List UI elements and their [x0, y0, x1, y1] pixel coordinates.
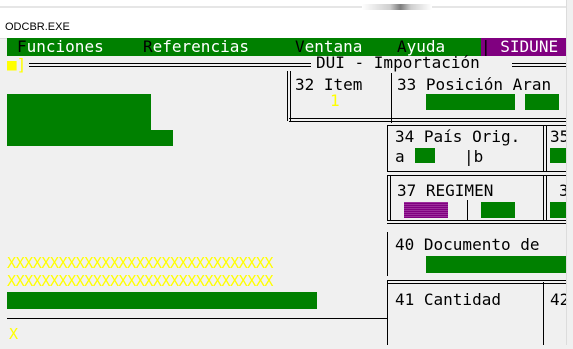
console-area[interactable]: Funciones Referencias Ventana Ayuda | SI…	[7, 38, 573, 345]
cursor-x[interactable]: X	[9, 325, 18, 343]
x-row-1[interactable]: XXXXXXXXXXXXXXXXXXXXXXXXXXXXXXX	[7, 255, 273, 271]
posicion-field-2[interactable]	[525, 94, 559, 110]
menu-hotkey: R	[143, 38, 153, 56]
item-label: 32 Item	[295, 75, 363, 94]
pais-a-field[interactable]	[415, 148, 435, 163]
pais-label: 34 País Orig.	[395, 127, 521, 146]
field-block-3[interactable]	[7, 292, 317, 309]
documento-label: 40 Documento de	[395, 235, 540, 254]
form-header-line-right	[512, 63, 573, 67]
title-bar[interactable]: ODCBR.EXE	[0, 0, 573, 39]
menu-funciones[interactable]: Funciones	[17, 38, 104, 56]
window-right-border	[566, 0, 573, 349]
regimen-field-2[interactable]	[481, 202, 515, 218]
menu-label: unciones	[26, 38, 104, 56]
app-label: | SIDUNE	[481, 38, 573, 56]
regimen-box-bottom	[387, 220, 573, 224]
application-window: ODCBR.EXE Funciones Referencias Ventana …	[0, 0, 573, 349]
menu-bar: Funciones Referencias Ventana Ayuda | SI…	[7, 38, 573, 56]
pais-box-bottom	[387, 171, 573, 172]
regimen-box-left	[387, 175, 391, 221]
regimen-label: 37 REGIMEN	[397, 181, 494, 200]
regimen-box-right	[543, 175, 547, 221]
pais-box-right	[543, 125, 547, 171]
app-label-divider: |	[481, 38, 491, 56]
regimen-field-selected[interactable]	[404, 202, 448, 218]
corner-marker: ■]	[7, 55, 27, 74]
item-divider	[391, 73, 392, 123]
window-title: ODCBR.EXE	[5, 21, 70, 33]
regimen-field-divider	[467, 200, 468, 220]
form-header-line-left	[29, 63, 311, 67]
item-box-left-border	[287, 71, 291, 121]
documento-box-left	[387, 232, 388, 276]
window-bottom-border	[0, 345, 573, 349]
menu-label: eferencias	[152, 38, 249, 56]
pais-a-label: a	[395, 147, 405, 166]
item-box-bottom	[289, 118, 573, 122]
pais-box-left	[387, 125, 388, 171]
cantidad-label: 41 Cantidad	[395, 290, 501, 309]
pais-b-label: |b	[464, 147, 484, 166]
title-bar-decoration	[362, 4, 432, 10]
cantidad-box-top	[387, 280, 573, 284]
cantidad-box-left	[387, 280, 388, 345]
posicion-label: 33 Posición Aran	[397, 75, 552, 94]
bottom-divider	[7, 318, 387, 319]
x-row-2[interactable]: XXXXXXXXXXXXXXXXXXXXXXXXXXXXXXX	[7, 273, 273, 289]
menu-hotkey: V	[295, 38, 305, 56]
documento-field[interactable]	[426, 256, 573, 273]
item-value[interactable]: 1	[330, 92, 340, 110]
posicion-field[interactable]	[426, 94, 515, 110]
title-bar-shadow	[0, 6, 573, 8]
field-block-2[interactable]	[7, 130, 173, 146]
field-block-1[interactable]	[7, 94, 151, 130]
form-title: DUI - Importación	[316, 53, 480, 72]
cantidad-box-divider	[543, 282, 544, 345]
app-label-text: SIDUNE	[500, 38, 559, 56]
menu-referencias[interactable]: Referencias	[143, 38, 249, 56]
menu-hotkey: F	[17, 38, 27, 56]
